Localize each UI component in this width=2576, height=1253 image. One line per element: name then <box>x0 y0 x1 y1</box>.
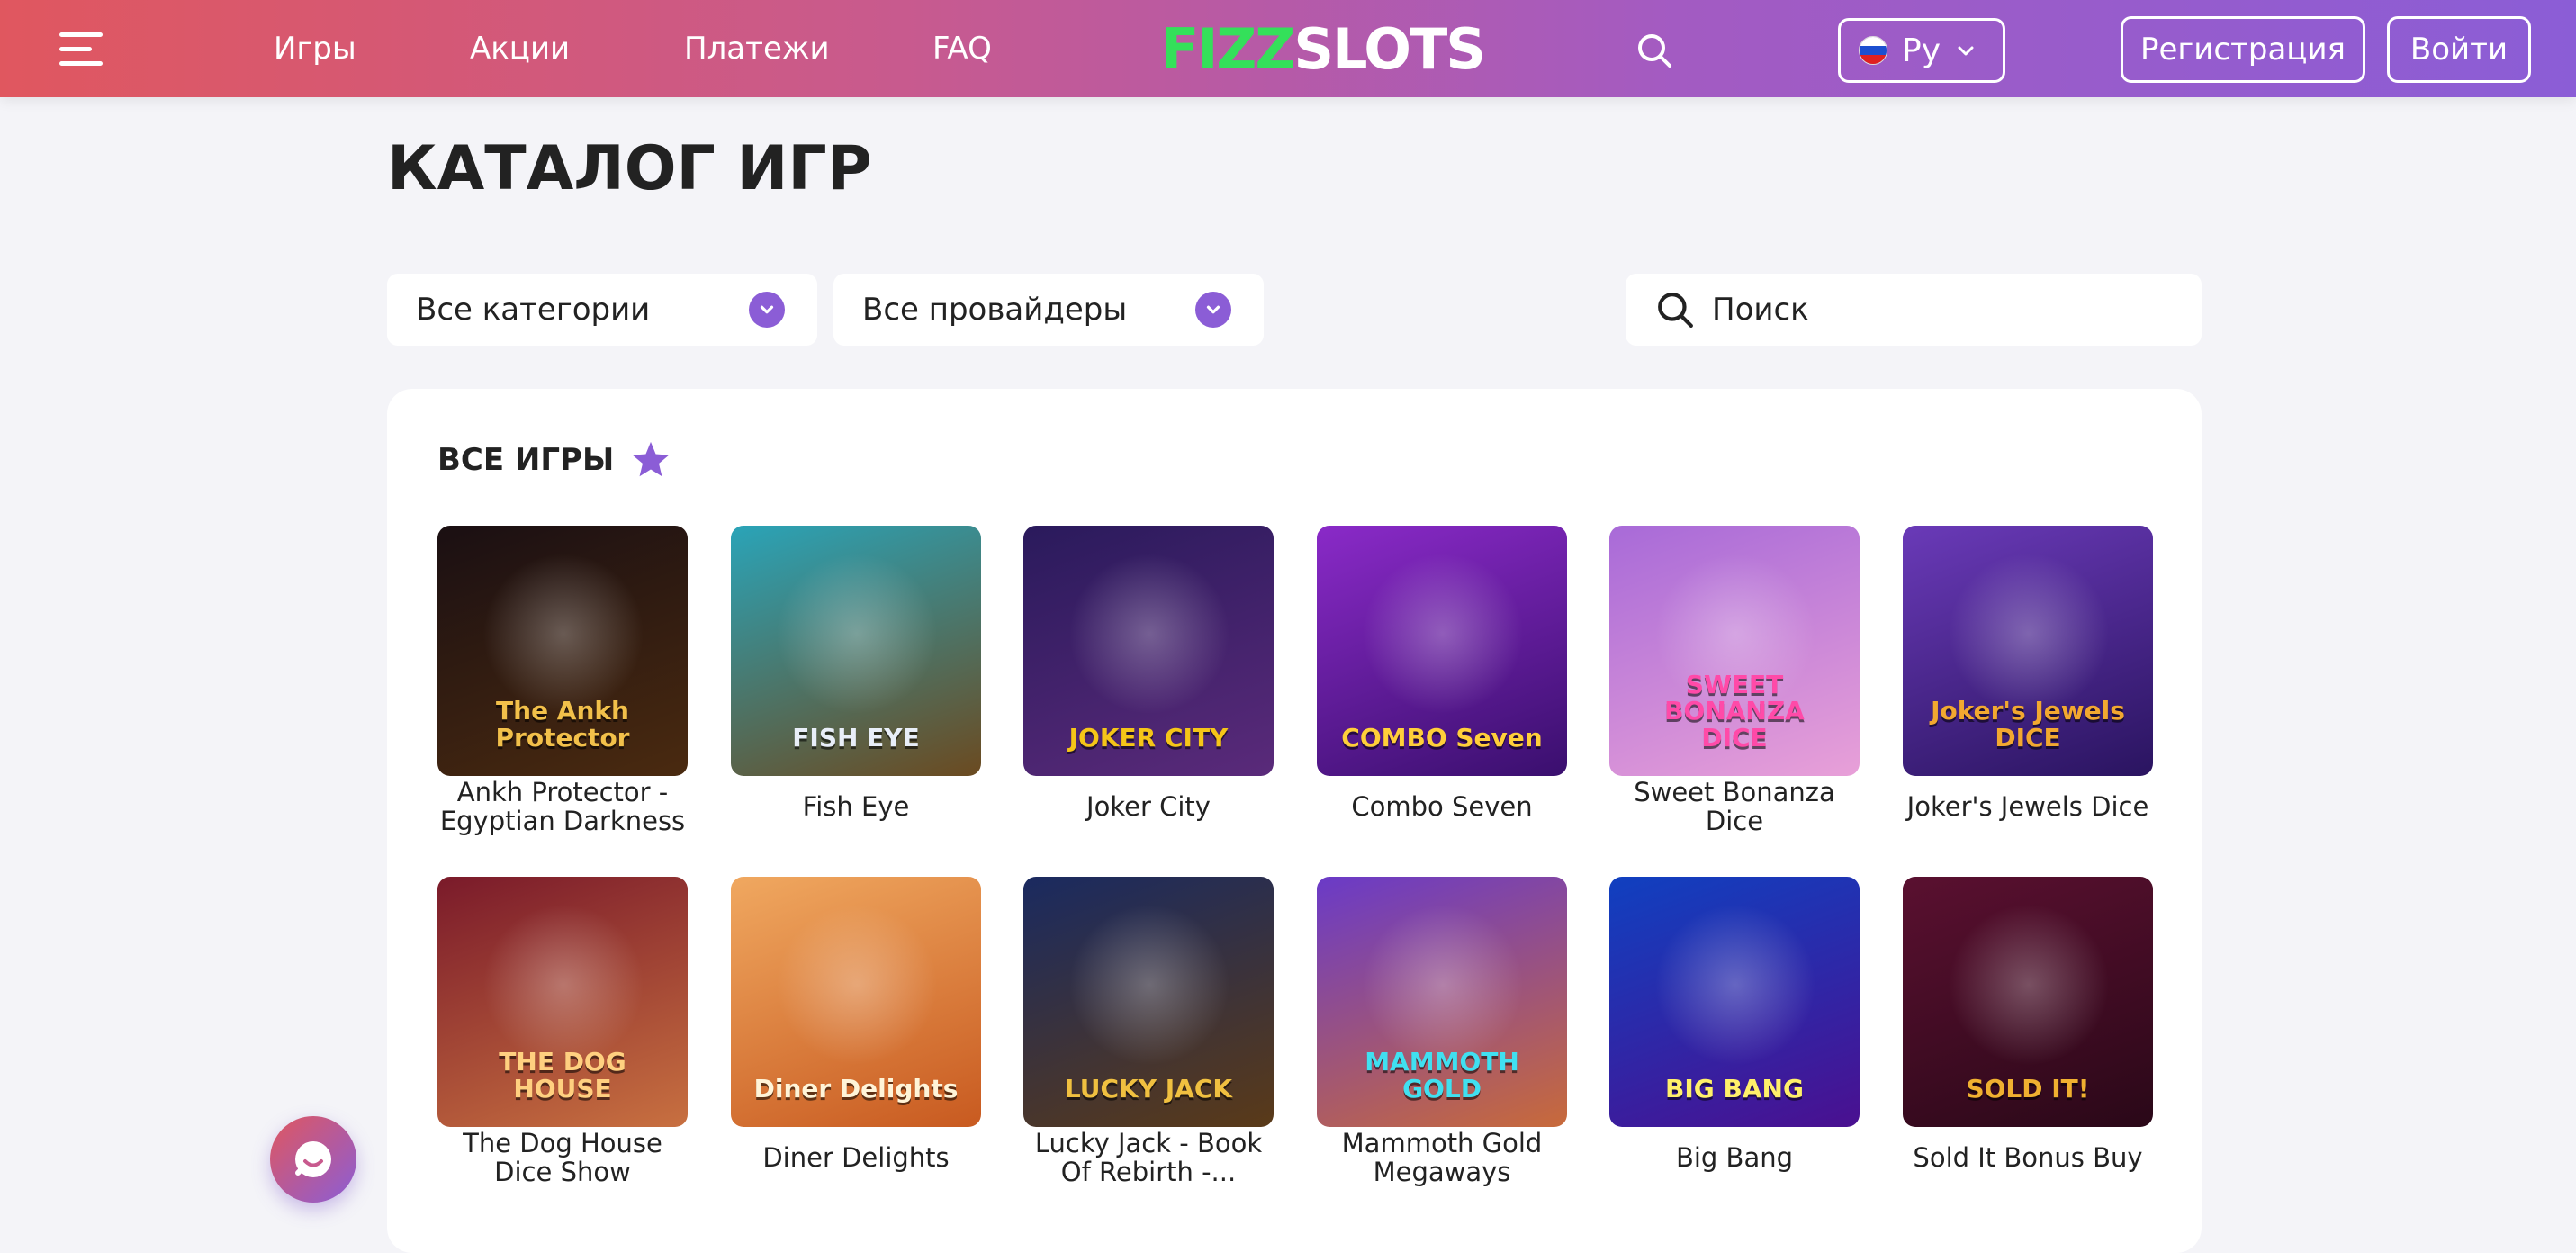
thumbnail-glow <box>1362 904 1524 1066</box>
game-thumbnail[interactable]: Diner Delights <box>731 877 981 1127</box>
game-title[interactable]: Joker's Jewels Dice <box>1903 778 2153 835</box>
game-tile[interactable]: BIG BANG Big Bang <box>1609 877 1860 1186</box>
game-title[interactable]: Ankh Protector - Egyptian Darkness <box>437 778 688 835</box>
site-logo[interactable]: FIZZ SLOTS <box>1161 16 1486 82</box>
search-input[interactable] <box>1712 283 2202 337</box>
game-logo-art: COMBO Seven <box>1341 722 1543 753</box>
search-icon[interactable] <box>1636 32 1672 68</box>
logo-slots: SLOTS <box>1293 15 1486 82</box>
game-title[interactable]: Lucky Jack - Book Of Rebirth -... <box>1023 1129 1274 1186</box>
game-thumbnail[interactable]: SWEET BONANZA DICE <box>1609 526 1860 776</box>
thumbnail-glow <box>776 904 938 1066</box>
login-button[interactable]: Войти <box>2387 16 2531 83</box>
nav-games[interactable]: Игры <box>274 27 356 70</box>
game-tile[interactable]: SWEET BONANZA DICE Sweet Bonanza Dice <box>1609 526 1860 835</box>
top-navbar: Игры Акции Платежи FAQ FIZZ SLOTS Ру Рег… <box>0 0 2576 97</box>
game-title[interactable]: Sold It Bonus Buy <box>1903 1129 2153 1186</box>
thumbnail-glow <box>482 904 644 1066</box>
game-search[interactable] <box>1626 274 2202 346</box>
nav-faq[interactable]: FAQ <box>932 27 992 70</box>
section-title-label: ВСЕ ИГРЫ <box>437 442 615 478</box>
thumbnail-glow <box>1948 553 2110 715</box>
chevron-down-icon <box>749 292 785 328</box>
thumbnail-glow <box>482 553 644 715</box>
game-thumbnail[interactable]: JOKER CITY <box>1023 526 1274 776</box>
category-select[interactable]: Все категории <box>387 274 817 346</box>
game-logo-art: JOKER CITY <box>1068 722 1229 753</box>
thumbnail-glow <box>1362 553 1524 715</box>
search-icon <box>1658 293 1693 328</box>
game-title[interactable]: Fish Eye <box>731 778 981 835</box>
nav-payments[interactable]: Платежи <box>684 27 830 70</box>
game-tile[interactable]: COMBO Seven Combo Seven <box>1317 526 1567 835</box>
thumbnail-glow <box>1654 904 1816 1066</box>
category-select-value: Все категории <box>416 292 651 328</box>
language-selector[interactable]: Ру <box>1838 18 2005 83</box>
game-logo-art: LUCKY JACK <box>1064 1073 1233 1104</box>
game-logo-art: SOLD IT! <box>1966 1073 2090 1104</box>
game-tile[interactable]: FISH EYE Fish Eye <box>731 526 981 835</box>
game-title[interactable]: Sweet Bonanza Dice <box>1609 778 1860 835</box>
game-thumbnail[interactable]: Joker's Jewels DICE <box>1903 526 2153 776</box>
game-tile[interactable]: JOKER CITY Joker City <box>1023 526 1274 835</box>
game-logo-art: THE DOG HOUSE <box>499 1047 626 1104</box>
page-title: КАТАЛОГ ИГР <box>387 133 872 204</box>
game-thumbnail[interactable]: BIG BANG <box>1609 877 1860 1127</box>
thumbnail-glow <box>776 553 938 715</box>
register-button[interactable]: Регистрация <box>2121 16 2365 83</box>
game-thumbnail[interactable]: THE DOG HOUSE <box>437 877 688 1127</box>
game-logo-art: The Ankh Protector <box>495 696 630 753</box>
provider-select[interactable]: Все провайдеры <box>833 274 1264 346</box>
game-tile[interactable]: MAMMOTH GOLD Mammoth Gold Megaways <box>1317 877 1567 1186</box>
game-thumbnail[interactable]: COMBO Seven <box>1317 526 1567 776</box>
game-tile[interactable]: SOLD IT! Sold It Bonus Buy <box>1903 877 2153 1186</box>
game-tile[interactable]: Joker's Jewels DICE Joker's Jewels Dice <box>1903 526 2153 835</box>
chat-button[interactable] <box>270 1116 356 1203</box>
game-title[interactable]: Big Bang <box>1609 1129 1860 1186</box>
game-tile[interactable]: LUCKY JACK Lucky Jack - Book Of Rebirth -… <box>1023 877 1274 1186</box>
logo-fizz: FIZZ <box>1161 15 1295 82</box>
game-thumbnail[interactable]: SOLD IT! <box>1903 877 2153 1127</box>
menu-icon[interactable] <box>59 31 106 67</box>
games-panel: ВСЕ ИГРЫ The Ankh Protector Ankh Protecto… <box>387 389 2202 1253</box>
game-logo-art: MAMMOTH GOLD <box>1365 1047 1519 1104</box>
thumbnail-glow <box>1948 904 2110 1066</box>
game-logo-art: Joker's Jewels DICE <box>1931 696 2125 753</box>
chevron-down-icon <box>1195 292 1231 328</box>
chevron-down-icon <box>1958 46 1974 56</box>
game-logo-art: Diner Delights <box>753 1073 959 1104</box>
chat-icon <box>295 1141 331 1177</box>
thumbnail-glow <box>1068 553 1230 715</box>
game-logo-art: BIG BANG <box>1665 1073 1804 1104</box>
flag-ru-icon <box>1859 36 1887 65</box>
game-tile[interactable]: Diner Delights Diner Delights <box>731 877 981 1186</box>
section-title: ВСЕ ИГРЫ <box>437 439 671 481</box>
game-title[interactable]: Diner Delights <box>731 1129 981 1186</box>
provider-select-value: Все провайдеры <box>862 292 1128 328</box>
game-logo-art: FISH EYE <box>792 722 920 753</box>
game-thumbnail[interactable]: FISH EYE <box>731 526 981 776</box>
game-logo-art: SWEET BONANZA DICE <box>1664 669 1805 753</box>
game-title[interactable]: The Dog House Dice Show <box>437 1129 688 1186</box>
game-thumbnail[interactable]: The Ankh Protector <box>437 526 688 776</box>
game-title[interactable]: Combo Seven <box>1317 778 1567 835</box>
star-icon <box>633 441 670 477</box>
language-label: Ру <box>1902 32 1941 69</box>
game-title[interactable]: Joker City <box>1023 778 1274 835</box>
nav-promotions[interactable]: Акции <box>470 27 570 70</box>
game-title[interactable]: Mammoth Gold Megaways <box>1317 1129 1567 1186</box>
game-tile[interactable]: The Ankh Protector Ankh Protector - Egypt… <box>437 526 688 835</box>
thumbnail-glow <box>1068 904 1230 1066</box>
game-tile[interactable]: THE DOG HOUSE The Dog House Dice Show <box>437 877 688 1186</box>
game-thumbnail[interactable]: MAMMOTH GOLD <box>1317 877 1567 1127</box>
game-thumbnail[interactable]: LUCKY JACK <box>1023 877 1274 1127</box>
